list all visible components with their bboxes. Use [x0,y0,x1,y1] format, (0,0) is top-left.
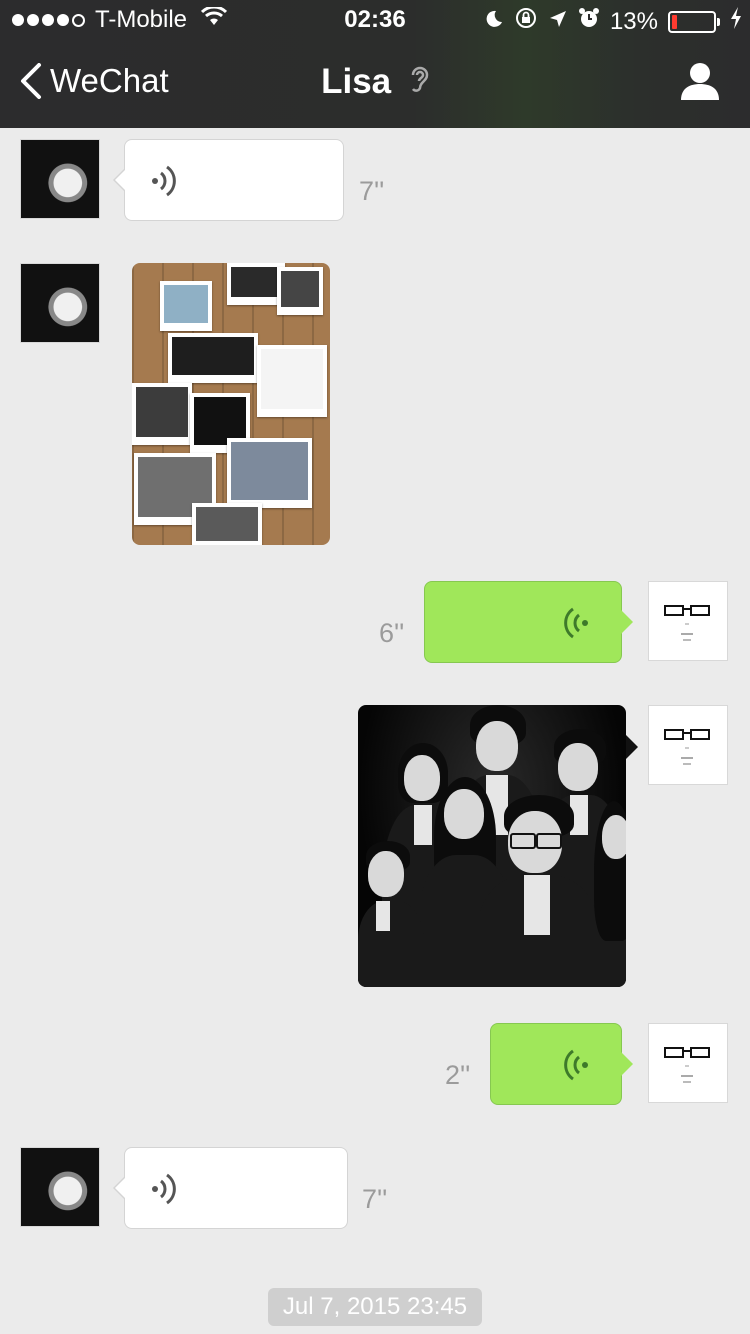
voice-icon [152,1173,176,1205]
message-list[interactable]: 7'' 6'' 2'' 7'' Jul 7, 2015 23:45 [0,128,750,1334]
rotation-lock-icon [514,6,538,37]
glasses-face-icon [664,729,710,765]
avatar[interactable] [648,1023,728,1103]
voice-duration: 2'' [445,1060,471,1090]
timestamp-label: Jul 7, 2015 23:45 [268,1288,482,1326]
header: T-Mobile 02:36 13% WeChat Lisa [0,0,750,128]
profile-icon[interactable] [680,62,720,105]
voice-icon [564,607,588,639]
ear-icon [409,64,429,104]
charging-icon [730,7,742,36]
voice-icon [152,165,176,197]
moon-icon [484,8,504,36]
nav-bar: WeChat Lisa [0,40,750,128]
location-icon [548,8,568,36]
battery-icon [668,10,720,33]
alarm-icon [578,7,600,36]
status-bar: T-Mobile 02:36 13% [0,0,750,40]
chat-title: Lisa [0,62,750,104]
glasses-face-icon [664,605,710,641]
photo-board-image[interactable] [132,263,330,545]
voice-message-bubble[interactable] [424,581,633,663]
voice-message-bubble[interactable] [113,1147,348,1229]
voice-icon [564,1049,588,1081]
voice-duration: 7'' [362,1184,388,1214]
voice-duration: 7'' [359,176,385,206]
avatar[interactable] [20,139,100,219]
voice-duration: 6'' [379,618,405,648]
voice-message-bubble[interactable] [113,139,344,221]
group-photo-image[interactable] [358,705,638,987]
avatar[interactable] [20,263,100,343]
voice-message-bubble[interactable] [490,1023,633,1105]
status-right: 13% [484,6,742,37]
battery-percent: 13% [609,7,658,35]
contact-name: Lisa [321,62,392,101]
glasses-face-icon [664,1047,710,1083]
avatar[interactable] [648,581,728,661]
avatar[interactable] [648,705,728,785]
avatar[interactable] [20,1147,100,1227]
